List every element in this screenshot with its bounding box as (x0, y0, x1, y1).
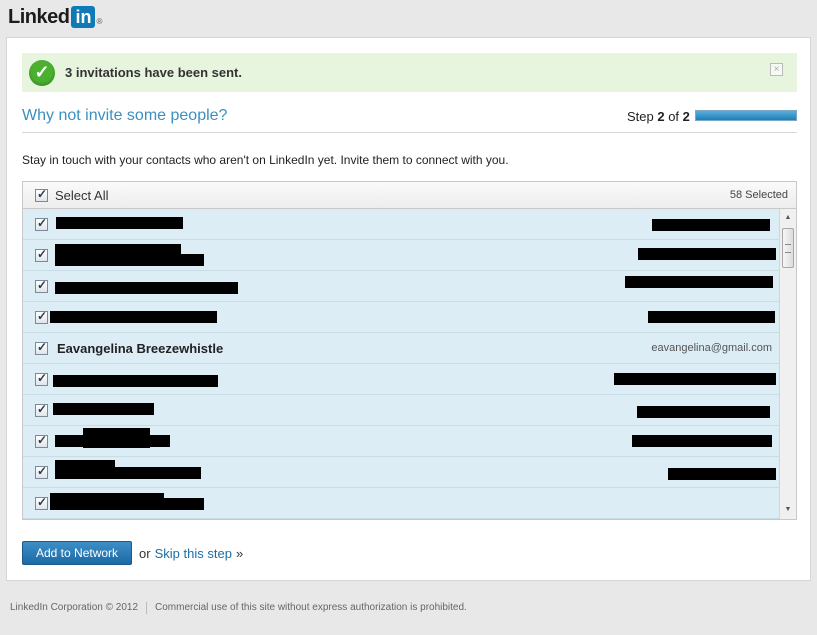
footer-notice: Commercial use of this site without expr… (155, 602, 467, 613)
contact-row[interactable] (23, 271, 780, 302)
step-total: 2 (682, 109, 690, 124)
contact-email: eavangelina@gmail.com (651, 342, 772, 354)
redaction-bar (56, 217, 183, 229)
add-to-network-button[interactable]: Add to Network (22, 541, 133, 565)
redaction-bar (50, 498, 204, 510)
redaction-bar (632, 435, 772, 447)
footer: LinkedIn Corporation © 2012 Commercial u… (10, 602, 467, 614)
logo-in-badge: in (71, 6, 96, 28)
success-notice: ✓ 3 invitations have been sent. × (22, 53, 797, 92)
footer-separator (146, 602, 148, 614)
step-current: 2 (657, 109, 665, 124)
scroll-thumb[interactable] (782, 228, 794, 268)
raquo-icon: » (235, 545, 244, 561)
contact-checkbox[interactable] (35, 309, 48, 324)
redaction-bar (55, 254, 204, 266)
main-panel: ✓ 3 invitations have been sent. × Why no… (6, 37, 811, 581)
page-title: Why not invite some people? (22, 107, 228, 124)
contact-row[interactable] (23, 364, 780, 395)
notice-text: 3 invitations have been sent. (65, 65, 242, 80)
redaction-bar (652, 219, 770, 231)
or-label: or (139, 545, 151, 561)
divider (22, 132, 797, 133)
contact-checkbox[interactable] (35, 278, 48, 293)
redaction-bar (53, 375, 218, 387)
contact-rows: Eavangelina Breezewhistle eavangelina@gm… (23, 209, 780, 519)
contact-name: Eavangelina Breezewhistle (57, 340, 224, 356)
logo-wordmark: Linked (8, 5, 70, 28)
step-prefix: Step (627, 109, 658, 124)
contact-checkbox[interactable] (35, 495, 48, 510)
contact-row[interactable] (23, 426, 780, 457)
step-of: of (664, 109, 683, 124)
contact-row[interactable] (23, 457, 780, 488)
contact-checkbox[interactable] (35, 402, 48, 417)
skip-step-link[interactable]: Skip this step (155, 546, 232, 561)
redaction-bar (625, 276, 773, 288)
action-bar: Add to Network or Skip this step » (22, 541, 243, 565)
contact-row[interactable] (23, 395, 780, 426)
contact-row[interactable] (23, 488, 780, 519)
contact-row[interactable] (23, 302, 780, 333)
contacts-list: Select All 58 Selected (22, 181, 797, 520)
contact-row[interactable] (23, 240, 780, 271)
redaction-bar (50, 311, 217, 323)
step-indicator: Step 2 of 2 (627, 109, 690, 124)
list-scrollbar[interactable]: ▲ ▼ (779, 209, 796, 519)
selected-count: 58 Selected (729, 189, 788, 201)
redaction-bar (614, 373, 776, 385)
contact-checkbox[interactable] (35, 433, 48, 448)
contact-checkbox[interactable] (35, 371, 48, 386)
linkedin-logo[interactable]: Linked in ® (8, 4, 102, 30)
select-all-label[interactable]: Select All (55, 188, 108, 203)
contact-checkbox[interactable] (35, 247, 48, 262)
redaction-bar (638, 248, 776, 260)
logo-registered-mark: ® (96, 16, 103, 26)
contact-checkbox[interactable] (35, 216, 48, 231)
contact-checkbox[interactable] (35, 464, 48, 479)
redaction-bar (53, 403, 154, 415)
contact-row[interactable] (23, 209, 780, 240)
footer-copyright: LinkedIn Corporation © 2012 (10, 602, 139, 613)
redaction-bar (668, 468, 776, 480)
step-progress-bar (695, 110, 797, 121)
intro-text: Stay in touch with your contacts who are… (22, 153, 509, 167)
scroll-up-arrow-icon[interactable]: ▲ (780, 211, 796, 225)
close-icon[interactable]: × (770, 63, 783, 76)
check-circle-icon: ✓ (29, 59, 55, 86)
redaction-bar (637, 406, 770, 418)
list-header: Select All 58 Selected (23, 182, 796, 209)
scroll-down-arrow-icon[interactable]: ▼ (780, 503, 796, 517)
redaction-bar (648, 311, 775, 323)
contact-row[interactable]: Eavangelina Breezewhistle eavangelina@gm… (23, 333, 780, 364)
redaction-bar (55, 435, 170, 447)
contact-checkbox[interactable] (35, 340, 48, 355)
redaction-bar (55, 467, 201, 479)
redaction-bar (55, 282, 238, 294)
select-all-checkbox[interactable] (35, 187, 48, 202)
